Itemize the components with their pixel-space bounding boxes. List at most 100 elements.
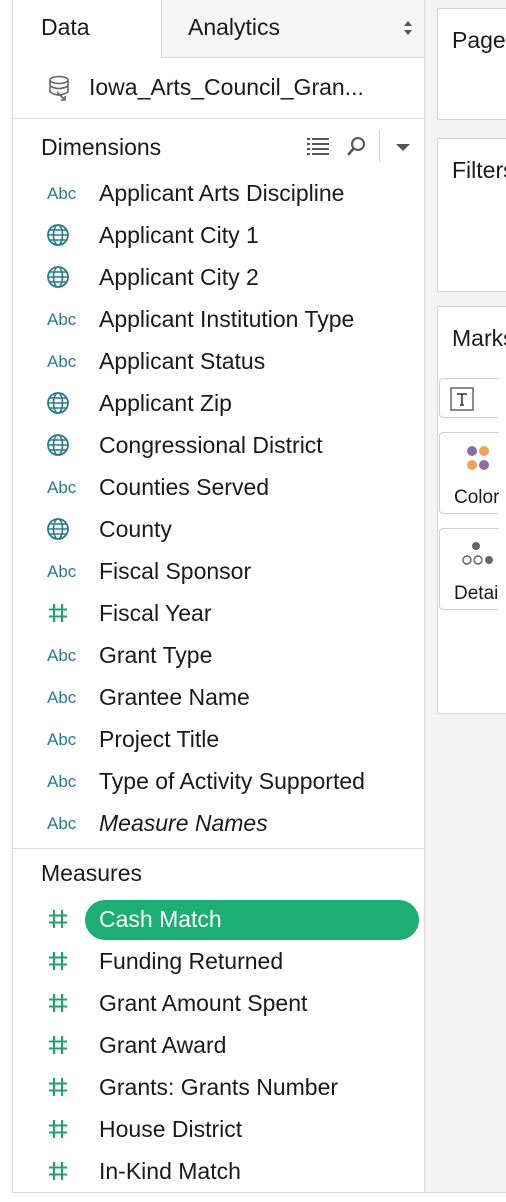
dimension-item[interactable]: Applicant City 2 bbox=[13, 256, 425, 298]
string-type-icon: Abc bbox=[47, 772, 77, 791]
data-pane: Data Analytics Iowa_Arts_Council_Gran...… bbox=[12, 0, 425, 1192]
pages-shelf[interactable]: Pages bbox=[437, 8, 506, 120]
dimension-label: Congressional District bbox=[99, 432, 323, 458]
shelves-pane: Pages Filters Marks Color bbox=[424, 0, 506, 1192]
measure-label: Funding Returned bbox=[99, 948, 284, 974]
dimension-label: Project Title bbox=[99, 726, 220, 752]
dimension-label: Type of Activity Supported bbox=[99, 768, 365, 794]
updown-arrows-icon[interactable] bbox=[403, 20, 413, 36]
dimension-label: Counties Served bbox=[99, 474, 270, 500]
tab-data-label: Data bbox=[41, 14, 90, 40]
hash-icon bbox=[45, 948, 81, 974]
dimension-item[interactable]: Abc Counties Served bbox=[13, 466, 425, 508]
detail-button-label: Detail bbox=[454, 583, 499, 604]
string-type-icon: Abc bbox=[47, 814, 77, 833]
measure-item[interactable]: Cash Match bbox=[13, 898, 425, 940]
tab-analytics[interactable]: Analytics bbox=[161, 0, 425, 58]
data-pane-window: Data Analytics Iowa_Arts_Council_Gran...… bbox=[0, 0, 506, 1202]
dimension-item[interactable]: Abc Applicant Arts Discipline bbox=[13, 172, 425, 214]
measure-label: Grant Award bbox=[99, 1032, 227, 1058]
bottom-border bbox=[12, 1192, 506, 1193]
detail-button[interactable]: Detail bbox=[439, 528, 499, 610]
dimension-item[interactable]: Abc Applicant Institution Type bbox=[13, 298, 425, 340]
divider bbox=[13, 848, 425, 849]
globe-icon bbox=[45, 264, 81, 290]
dimension-item[interactable]: Abc Fiscal Sponsor bbox=[13, 550, 425, 592]
mark-type-dropdown[interactable] bbox=[439, 378, 499, 418]
dimensions-header: Dimensions bbox=[41, 134, 162, 160]
tab-analytics-label: Analytics bbox=[188, 14, 281, 40]
dimension-label: Fiscal Sponsor bbox=[99, 558, 252, 584]
dimension-label: Applicant Arts Discipline bbox=[99, 180, 345, 206]
dimension-label: Applicant Zip bbox=[99, 390, 232, 416]
dimension-item[interactable]: Abc Grantee Name bbox=[13, 676, 425, 718]
detail-icon bbox=[462, 542, 493, 565]
measure-label: In-Kind Match bbox=[99, 1158, 241, 1184]
filters-shelf[interactable]: Filters bbox=[437, 138, 506, 292]
string-type-icon: Abc bbox=[47, 688, 77, 707]
dimension-label: Applicant Status bbox=[99, 348, 266, 374]
dimension-item[interactable]: Applicant City 1 bbox=[13, 214, 425, 256]
hash-icon bbox=[45, 906, 81, 932]
measure-label: Cash Match bbox=[99, 906, 222, 932]
string-type-icon: Abc bbox=[47, 478, 77, 497]
measures-header: Measures bbox=[41, 860, 142, 886]
measure-item[interactable]: Funding Returned bbox=[13, 940, 425, 982]
measure-item[interactable]: In-Kind Match bbox=[13, 1150, 425, 1192]
database-icon bbox=[49, 75, 69, 101]
hash-icon bbox=[45, 1074, 81, 1100]
pages-shelf-title: Pages bbox=[452, 27, 506, 53]
dimension-item[interactable]: Abc Grant Type bbox=[13, 634, 425, 676]
string-type-icon: Abc bbox=[47, 730, 77, 749]
search-icon[interactable] bbox=[343, 132, 369, 162]
text-mark-icon bbox=[450, 387, 474, 411]
datasource-name: Iowa_Arts_Council_Gran... bbox=[89, 74, 364, 100]
string-type-icon: Abc bbox=[47, 352, 77, 371]
hash-icon bbox=[45, 990, 81, 1016]
dimension-label: Grantee Name bbox=[99, 684, 250, 710]
measure-label: Grants: Grants Number bbox=[99, 1074, 339, 1100]
measure-label: Grant Amount Spent bbox=[99, 990, 308, 1016]
dimension-label: Applicant Institution Type bbox=[99, 306, 355, 332]
dimension-label: Fiscal Year bbox=[99, 600, 212, 626]
dimension-item[interactable]: County bbox=[13, 508, 425, 550]
pane-tabs: Data Analytics bbox=[13, 0, 425, 58]
dimension-label: Measure Names bbox=[99, 810, 268, 836]
hash-icon bbox=[45, 1116, 81, 1142]
hash-icon bbox=[45, 1032, 81, 1058]
globe-icon bbox=[45, 390, 81, 416]
string-type-icon: Abc bbox=[47, 562, 77, 581]
color-button[interactable]: Color bbox=[439, 432, 499, 514]
string-type-icon: Abc bbox=[47, 646, 77, 665]
dimension-label: Grant Type bbox=[99, 642, 213, 668]
dimension-item[interactable]: Abc Project Title bbox=[13, 718, 425, 760]
globe-icon bbox=[45, 516, 81, 542]
divider bbox=[13, 118, 425, 119]
string-type-icon: Abc bbox=[47, 310, 77, 329]
list-view-icon[interactable] bbox=[305, 132, 335, 162]
dimension-label: Applicant City 1 bbox=[99, 222, 259, 248]
dimension-item[interactable]: Congressional District bbox=[13, 424, 425, 466]
dimension-label: Applicant City 2 bbox=[99, 264, 259, 290]
color-button-label: Color bbox=[454, 487, 499, 508]
chevron-down-icon[interactable] bbox=[393, 132, 413, 162]
filters-shelf-title: Filters bbox=[452, 157, 506, 183]
globe-icon bbox=[45, 222, 81, 248]
string-type-icon: Abc bbox=[47, 184, 77, 203]
dimension-item[interactable]: Abc Type of Activity Supported bbox=[13, 760, 425, 802]
globe-icon bbox=[45, 432, 81, 458]
dimension-item[interactable]: Abc Measure Names bbox=[13, 802, 425, 844]
measure-label: House District bbox=[99, 1116, 243, 1142]
dimension-item[interactable]: Applicant Zip bbox=[13, 382, 425, 424]
measure-item[interactable]: Grants: Grants Number bbox=[13, 1066, 425, 1108]
toolbar-divider bbox=[379, 130, 380, 162]
datasource-row[interactable]: Iowa_Arts_Council_Gran... bbox=[13, 62, 425, 114]
measure-item[interactable]: House District bbox=[13, 1108, 425, 1150]
dimension-item[interactable]: Abc Applicant Status bbox=[13, 340, 425, 382]
dimension-item[interactable]: Fiscal Year bbox=[13, 592, 425, 634]
measure-item[interactable]: Grant Award bbox=[13, 1024, 425, 1066]
tab-data[interactable]: Data bbox=[13, 0, 161, 58]
marks-card-title: Marks bbox=[452, 325, 506, 351]
dimension-label: County bbox=[99, 516, 172, 542]
measure-item[interactable]: Grant Amount Spent bbox=[13, 982, 425, 1024]
